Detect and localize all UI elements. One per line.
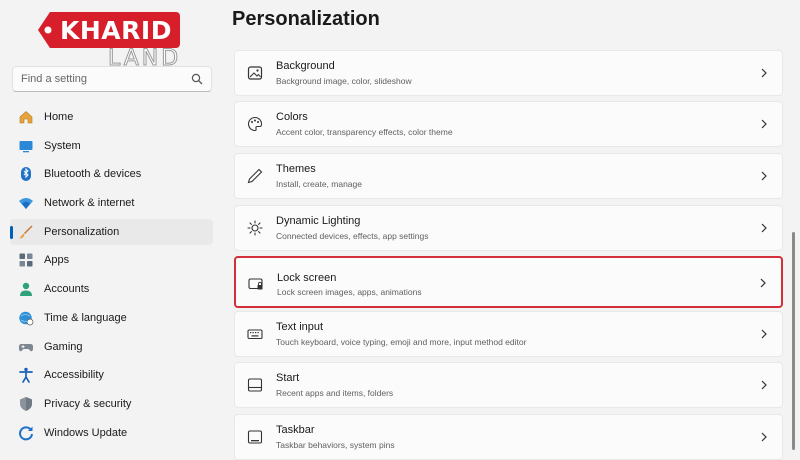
chevron-right-icon — [761, 380, 767, 390]
sidebar-item-system[interactable]: System — [10, 133, 213, 159]
setting-card-description: Accent color, transparency effects, colo… — [276, 127, 453, 137]
wifi-icon — [19, 198, 33, 210]
sidebar-item-network-internet[interactable]: Network & internet — [10, 190, 213, 216]
brush-icon — [19, 225, 33, 239]
sidebar-item-privacy-security[interactable]: Privacy & security — [10, 391, 213, 417]
search-icon — [191, 73, 203, 85]
setting-card-dynamic-lighting[interactable]: Dynamic Lighting Connected devices, effe… — [234, 205, 783, 251]
setting-card-description: Lock screen images, apps, animations — [277, 287, 422, 297]
page-title: Personalization — [232, 8, 380, 30]
sidebar-item-gaming[interactable]: Gaming — [10, 334, 213, 360]
sidebar-item-time-language[interactable]: Time & language — [10, 305, 213, 331]
sidebar-item-label: Home — [44, 111, 74, 123]
search-input[interactable]: Find a setting — [12, 66, 212, 92]
setting-card-description: Taskbar behaviors, system pins — [276, 440, 395, 450]
sidebar-item-accessibility[interactable]: Accessibility — [10, 362, 213, 388]
sidebar-item-label: Gaming — [44, 340, 83, 353]
chevron-right-icon — [761, 68, 767, 78]
chevron-right-icon — [760, 278, 766, 288]
pen-icon — [247, 168, 263, 184]
sidebar-item-label: Personalization — [44, 225, 120, 238]
setting-card-description: Background image, color, slideshow — [276, 76, 412, 86]
setting-card-background[interactable]: Background Background image, color, slid… — [234, 50, 783, 96]
setting-card-title: Background — [276, 60, 335, 72]
setting-card-text-input[interactable]: Text input Touch keyboard, voice typing,… — [234, 311, 783, 357]
monitor-icon — [19, 140, 33, 152]
setting-card-start[interactable]: Start Recent apps and items, folders — [234, 362, 783, 408]
setting-card-title: Themes — [276, 163, 316, 175]
chevron-right-icon — [761, 223, 767, 233]
start-icon — [247, 378, 263, 392]
sidebar-item-accounts[interactable]: Accounts — [10, 276, 213, 302]
setting-card-lock-screen[interactable]: Lock screen Lock screen images, apps, an… — [234, 256, 783, 308]
home-icon — [19, 111, 33, 124]
globe-clock-icon — [19, 311, 34, 326]
setting-card-description: Connected devices, effects, app settings — [276, 231, 429, 241]
taskbar-icon — [247, 430, 263, 444]
update-icon — [19, 425, 33, 440]
chevron-right-icon — [761, 171, 767, 181]
sidebar-item-label: Apps — [44, 254, 70, 267]
setting-card-title: Dynamic Lighting — [276, 215, 361, 227]
chevron-right-icon — [761, 119, 767, 129]
palette-icon — [247, 116, 263, 132]
setting-card-title: Text input — [276, 321, 324, 333]
sidebar-item-label: System — [44, 139, 81, 152]
apps-icon — [19, 253, 33, 267]
logo-brand-text: KHARID — [60, 16, 172, 45]
search-placeholder: Find a setting — [21, 73, 88, 85]
sidebar-item-label: Windows Update — [44, 426, 128, 439]
setting-card-taskbar[interactable]: Taskbar Taskbar behaviors, system pins — [234, 414, 783, 460]
keyboard-icon — [247, 329, 263, 340]
kharidland-logo: KHARID LAND — [36, 10, 186, 74]
sidebar-item-label: Accounts — [44, 283, 90, 296]
sidebar-item-label: Time & language — [44, 311, 127, 324]
sidebar-item-label: Bluetooth & devices — [44, 168, 142, 181]
setting-card-title: Colors — [276, 111, 308, 123]
sidebar-item-home[interactable]: Home — [10, 104, 213, 130]
chevron-right-icon — [761, 329, 767, 339]
sidebar-item-label: Accessibility — [44, 369, 104, 382]
sun-icon — [247, 220, 263, 236]
gamepad-icon — [18, 343, 34, 351]
accessibility-icon — [19, 367, 33, 384]
sidebar-item-windows-update[interactable]: Windows Update — [10, 420, 213, 446]
setting-card-colors[interactable]: Colors Accent color, transparency effect… — [234, 101, 783, 147]
sidebar-item-label: Network & internet — [44, 197, 135, 210]
scrollbar-thumb[interactable] — [792, 232, 795, 450]
chevron-right-icon — [761, 432, 767, 442]
sidebar-item-bluetooth-devices[interactable]: Bluetooth & devices — [10, 161, 213, 187]
setting-card-description: Install, create, manage — [276, 179, 362, 189]
setting-card-title: Taskbar — [276, 424, 315, 436]
bluetooth-icon — [21, 167, 31, 182]
shield-icon — [20, 396, 32, 411]
setting-card-title: Start — [276, 372, 300, 384]
user-icon — [20, 282, 32, 297]
lock-screen-icon — [248, 278, 263, 290]
setting-card-description: Recent apps and items, folders — [276, 388, 394, 398]
sidebar-item-apps[interactable]: Apps — [10, 247, 213, 273]
sidebar-item-personalization[interactable]: Personalization — [10, 218, 213, 245]
setting-card-title: Lock screen — [277, 272, 337, 284]
sidebar-nav: Home System Bluetooth & devices Network … — [10, 104, 213, 448]
sidebar-item-label: Privacy & security — [44, 397, 132, 410]
setting-card-themes[interactable]: Themes Install, create, manage — [234, 153, 783, 199]
image-icon — [247, 66, 263, 80]
setting-card-description: Touch keyboard, voice typing, emoji and … — [276, 337, 527, 347]
